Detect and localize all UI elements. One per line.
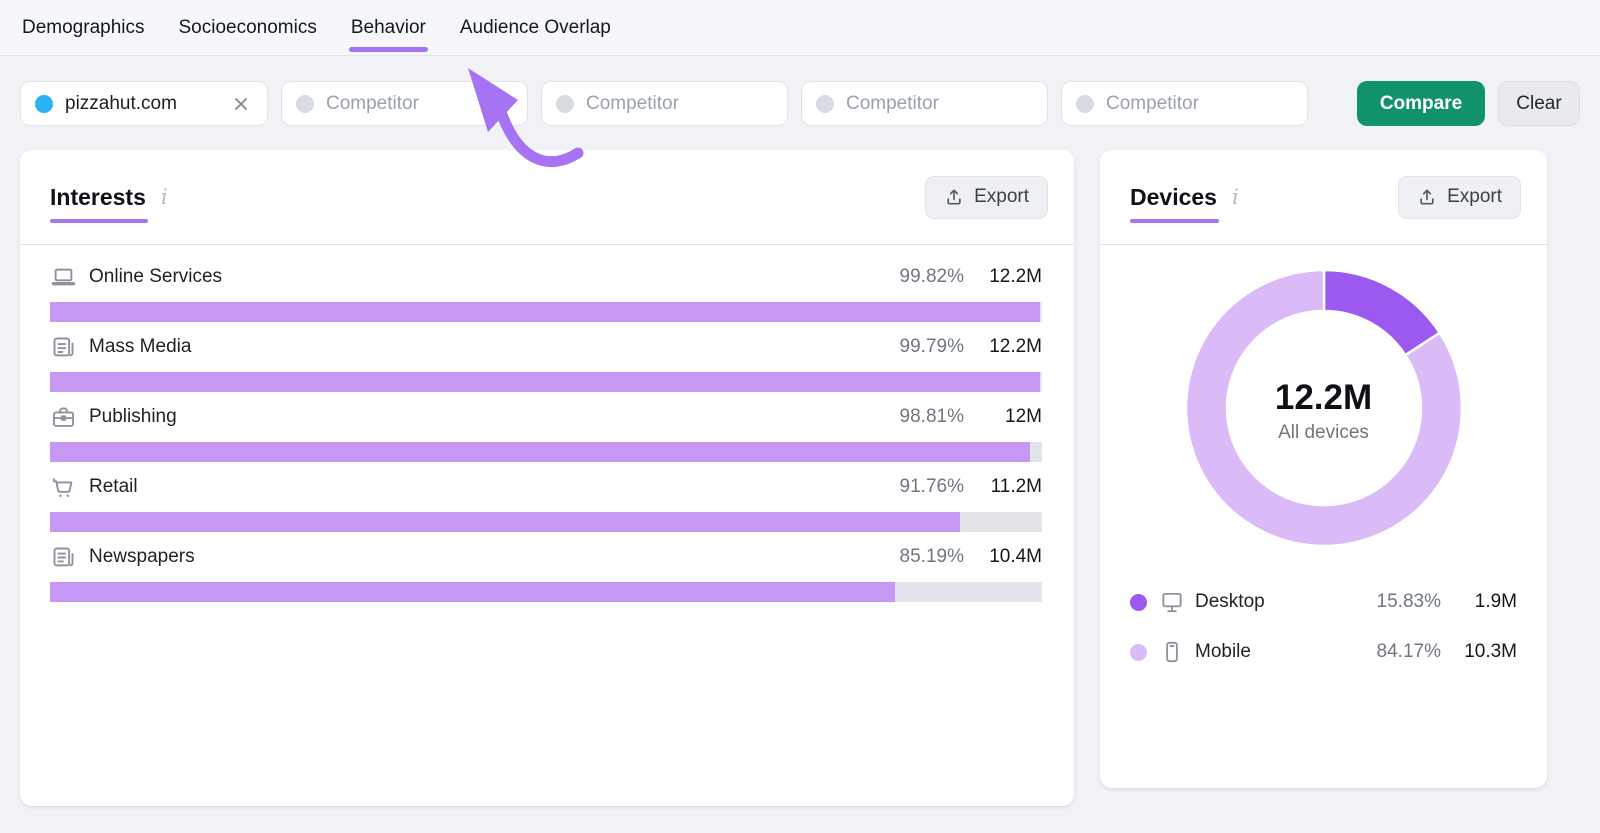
- tab-behavior[interactable]: Behavior: [351, 0, 426, 56]
- devices-export-button[interactable]: Export: [1398, 176, 1521, 219]
- devices-donut: 12.2M All devices: [1179, 263, 1469, 558]
- interest-label: Online Services: [89, 266, 222, 288]
- domain-chip[interactable]: pizzahut.com: [20, 81, 268, 126]
- interest-percent: 85.19%: [900, 546, 964, 568]
- competitor-field-3[interactable]: [846, 93, 1033, 115]
- close-icon: [231, 94, 251, 114]
- competitor-field-4[interactable]: [1106, 93, 1293, 115]
- competitor-input-4[interactable]: [1061, 81, 1308, 126]
- interest-value: 12.2M: [964, 266, 1042, 288]
- monitor-icon: [1159, 589, 1185, 615]
- laptop-icon: [50, 264, 77, 291]
- devices-card: Devices i Export 12.2M All devices Deskt…: [1100, 150, 1547, 788]
- export-label: Export: [974, 186, 1029, 208]
- interest-value: 11.2M: [964, 476, 1042, 498]
- tab-audience-overlap[interactable]: Audience Overlap: [460, 0, 611, 56]
- competitor-input-2[interactable]: [541, 81, 788, 126]
- interest-label: Mass Media: [89, 336, 191, 358]
- interest-row: Newspapers 85.19%10.4M: [50, 542, 1042, 602]
- info-icon[interactable]: i: [1232, 185, 1239, 209]
- legend-row-desktop: Desktop 15.83% 1.9M: [1130, 584, 1517, 620]
- legend-label: Desktop: [1195, 591, 1265, 613]
- interest-value: 10.4M: [964, 546, 1042, 568]
- interests-header: Interests i Export: [20, 150, 1074, 245]
- upload-icon: [1417, 187, 1437, 207]
- competitor-field-2[interactable]: [586, 93, 773, 115]
- news-icon: [50, 334, 77, 361]
- legend-value: 1.9M: [1441, 591, 1517, 613]
- clear-button[interactable]: Clear: [1498, 81, 1580, 126]
- cart-icon: [50, 474, 77, 501]
- legend-percent: 84.17%: [1377, 641, 1441, 663]
- report-tabs: Demographics Socioeconomics Behavior Aud…: [0, 0, 1600, 56]
- interest-bar: [50, 512, 1042, 532]
- remove-domain-button[interactable]: [229, 92, 253, 116]
- export-label: Export: [1447, 186, 1502, 208]
- placeholder-dot: [816, 95, 834, 113]
- newspaper-icon: [50, 544, 77, 571]
- legend-row-mobile: Mobile 84.17% 10.3M: [1130, 634, 1517, 670]
- interest-row: Mass Media 99.79%12.2M: [50, 332, 1042, 392]
- desktop-swatch: [1130, 594, 1147, 611]
- interest-bar: [50, 582, 1042, 602]
- tab-demographics[interactable]: Demographics: [22, 0, 145, 56]
- interest-percent: 99.82%: [900, 266, 964, 288]
- interest-bar: [50, 442, 1042, 462]
- info-icon[interactable]: i: [161, 185, 168, 209]
- compare-button[interactable]: Compare: [1357, 81, 1485, 126]
- interest-value: 12.2M: [964, 336, 1042, 358]
- interest-row: Publishing 98.81%12M: [50, 402, 1042, 462]
- devices-legend: Desktop 15.83% 1.9M Mobile 84.17% 10.3M: [1130, 584, 1517, 670]
- interest-row: Retail 91.76%11.2M: [50, 472, 1042, 532]
- filter-bar: pizzahut.com Compare Clear: [20, 81, 1580, 126]
- competitor-input-3[interactable]: [801, 81, 1048, 126]
- interests-card: Interests i Export Online Services 99.82…: [20, 150, 1074, 806]
- interest-percent: 98.81%: [900, 406, 964, 428]
- interest-row: Online Services 99.82%12.2M: [50, 262, 1042, 322]
- interest-label: Retail: [89, 476, 138, 498]
- interests-title: Interests: [50, 184, 146, 211]
- placeholder-dot: [1076, 95, 1094, 113]
- competitor-input-1[interactable]: [281, 81, 528, 126]
- interest-label: Publishing: [89, 406, 177, 428]
- interest-value: 12M: [964, 406, 1042, 428]
- phone-icon: [1159, 639, 1185, 665]
- placeholder-dot: [556, 95, 574, 113]
- interest-bar: [50, 302, 1042, 322]
- legend-percent: 15.83%: [1377, 591, 1441, 613]
- legend-label: Mobile: [1195, 641, 1251, 663]
- interests-list: Online Services 99.82%12.2M Mass Media 9…: [20, 245, 1074, 602]
- domain-label: pizzahut.com: [65, 93, 217, 115]
- interest-bar: [50, 372, 1042, 392]
- devices-title: Devices: [1130, 184, 1217, 211]
- interest-label: Newspapers: [89, 546, 195, 568]
- placeholder-dot: [296, 95, 314, 113]
- tab-socioeconomics[interactable]: Socioeconomics: [179, 0, 317, 56]
- interest-percent: 91.76%: [900, 476, 964, 498]
- upload-icon: [944, 187, 964, 207]
- briefcase-icon: [50, 404, 77, 431]
- interests-export-button[interactable]: Export: [925, 176, 1048, 219]
- competitor-field-1[interactable]: [326, 93, 513, 115]
- interest-percent: 99.79%: [900, 336, 964, 358]
- legend-value: 10.3M: [1441, 641, 1517, 663]
- mobile-swatch: [1130, 644, 1147, 661]
- devices-header: Devices i Export: [1100, 150, 1547, 245]
- domain-dot: [35, 95, 53, 113]
